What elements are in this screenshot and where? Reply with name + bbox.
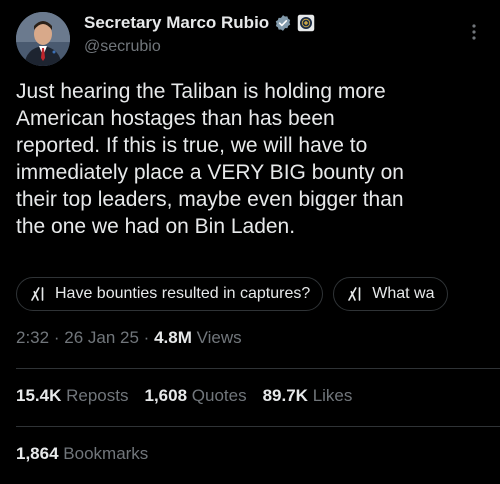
author-handle[interactable]: @secrubio xyxy=(84,38,161,56)
bookmarks-count: 1,864 xyxy=(16,444,59,463)
likes-count: 89.7K xyxy=(262,386,308,405)
bookmarks-stat[interactable]: 1,864 Bookmarks xyxy=(16,444,148,464)
quotes-count: 1,608 xyxy=(144,386,188,405)
person-avatar-icon xyxy=(16,12,70,66)
divider xyxy=(16,368,500,369)
bookmarks-label: Bookmarks xyxy=(63,444,149,463)
government-seal-icon xyxy=(297,14,315,32)
likes-label: Likes xyxy=(312,386,353,405)
grok-prompt-chips: Have bounties resulted in captures? What… xyxy=(16,277,448,311)
grok-icon xyxy=(348,287,361,301)
tweet-text: Just hearing the Taliban is holding more… xyxy=(16,80,404,238)
more-options-icon[interactable] xyxy=(464,22,484,42)
grok-icon xyxy=(31,287,44,301)
author-display-name[interactable]: Secretary Marco Rubio xyxy=(84,13,269,33)
grok-prompt-chip[interactable]: Have bounties resulted in captures? xyxy=(16,277,324,311)
views-count: 4.8M xyxy=(154,328,192,347)
meta-separator: · xyxy=(143,328,150,347)
tweet-time[interactable]: 2:32 xyxy=(16,328,49,347)
reposts-stat[interactable]: 15.4K Reposts xyxy=(16,386,128,406)
quotes-label: Quotes xyxy=(191,386,247,405)
tweet-meta: 2:32 · 26 Jan 25 · 4.8M Views xyxy=(16,328,242,348)
tweet-date[interactable]: 26 Jan 25 xyxy=(64,328,139,347)
reposts-label: Reposts xyxy=(66,386,129,405)
quotes-stat[interactable]: 1,608 Quotes xyxy=(144,386,246,406)
grok-prompt-label: What wa xyxy=(372,285,435,302)
divider xyxy=(16,426,500,427)
reposts-count: 15.4K xyxy=(16,386,62,405)
grok-prompt-chip[interactable]: What wa xyxy=(333,277,448,311)
author-avatar[interactable] xyxy=(16,12,70,66)
grok-prompt-label: Have bounties resulted in captures? xyxy=(55,285,311,302)
views-label: Views xyxy=(196,328,242,347)
likes-stat[interactable]: 89.7K Likes xyxy=(263,386,353,406)
meta-separator: · xyxy=(53,328,60,347)
author-name-row: Secretary Marco Rubio xyxy=(84,13,315,33)
engagement-stats: 15.4K Reposts 1,608 Quotes 89.7K Likes xyxy=(16,386,352,406)
verified-badge-icon[interactable] xyxy=(274,14,292,32)
